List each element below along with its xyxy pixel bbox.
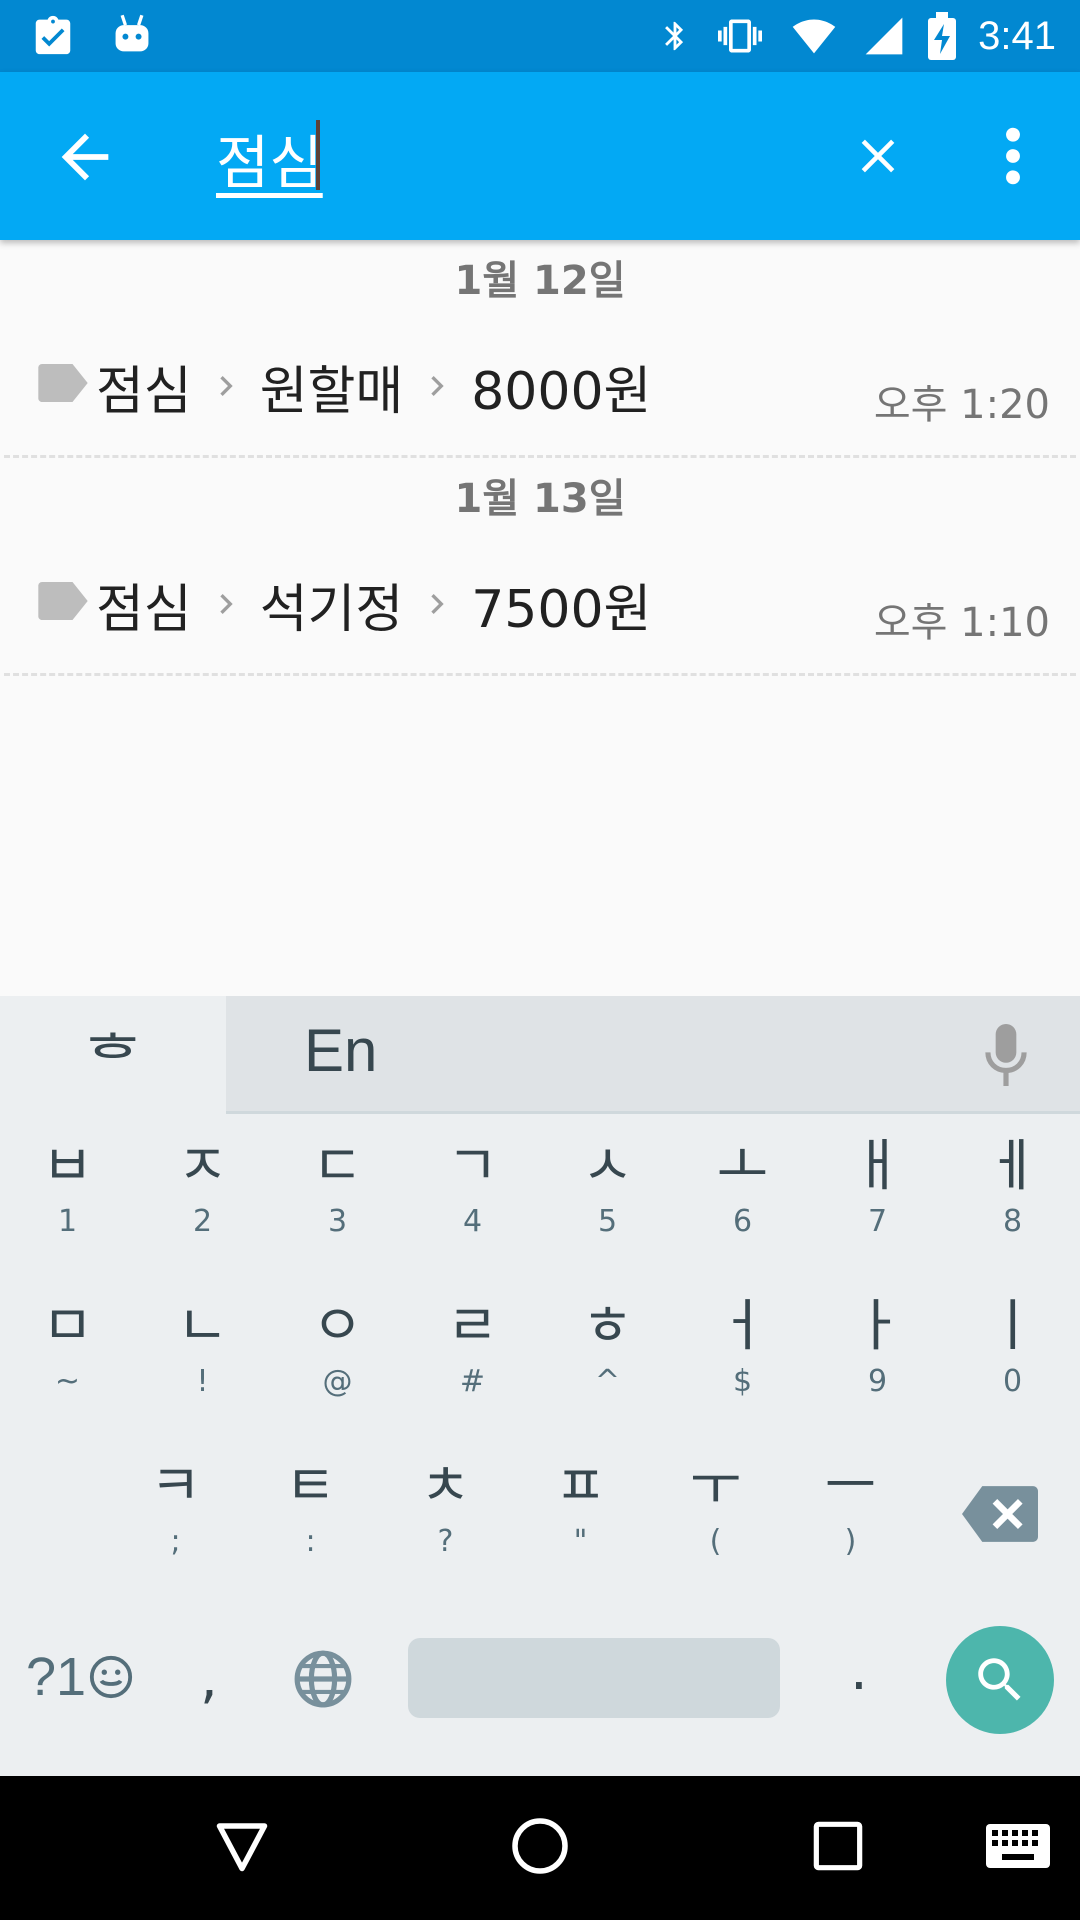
text-cursor (316, 120, 320, 190)
key[interactable]: ㅋ; (108, 1446, 243, 1596)
key[interactable]: ㅇ @ (270, 1286, 405, 1436)
language-english-key[interactable]: En (304, 1016, 377, 1085)
microphone-icon[interactable] (984, 1024, 1028, 1086)
period-key[interactable]: . (850, 1638, 868, 1703)
key[interactable]: ㅌ: (243, 1446, 378, 1596)
entry-time: 오후 1:10 (873, 600, 1050, 646)
key[interactable]: ㅎ ^ (540, 1286, 675, 1436)
search-app-bar: 점심 (0, 72, 1080, 240)
symbols-emoji-key[interactable]: ?1 (26, 1646, 134, 1708)
key[interactable]: ㅏ9 (810, 1286, 945, 1436)
space-key[interactable] (408, 1638, 780, 1718)
entry-path: 점심 원할매 8000원 (96, 350, 651, 422)
bluetooth-icon (665, 21, 684, 51)
chevron-right-icon (220, 594, 233, 614)
key[interactable]: ㅂ1 (0, 1126, 135, 1276)
search-key[interactable] (946, 1626, 1054, 1734)
keyboard-language-bar: ᄒ En (0, 996, 1080, 1114)
keyboard-switch-icon[interactable] (986, 1824, 1050, 1868)
emoji-icon (89, 1655, 133, 1699)
key[interactable]: ㄹ # (405, 1286, 540, 1436)
entry-category: 점심 (96, 361, 192, 422)
entry-path: 점심 석기정 7500원 (96, 568, 651, 640)
list-item[interactable]: 점심 원할매 8000원 오후 1:20 (4, 314, 1076, 458)
signal-icon (865, 17, 903, 55)
nav-home-icon[interactable] (510, 1816, 570, 1876)
label-icon (38, 364, 88, 402)
date-header: 1월 12일 (454, 258, 626, 304)
soft-keyboard: ᄒ En ㅂ1 ㅈ2 ㄷ3 ㄱ4 ㅅ5 ㅗ6 ㅐ7 ㅔ8 ㅁ ~ ㄴ! ㅇ @ ㄹ #… (0, 996, 1080, 1776)
list-item[interactable]: 점심 석기정 7500원 오후 1:10 (4, 532, 1076, 676)
key[interactable]: ㅓ $ (675, 1286, 810, 1436)
chevron-right-icon (220, 376, 233, 396)
wifi-icon (792, 19, 836, 54)
status-time: 3:41 (978, 13, 1056, 58)
battery-charging-icon (928, 12, 957, 60)
vibrate-icon (718, 19, 763, 53)
key[interactable]: ㅗ6 (675, 1126, 810, 1276)
android-icon (115, 14, 149, 52)
entry-place: 석기정 (259, 579, 404, 640)
key-row-2: ㅁ ~ ㄴ! ㅇ @ ㄹ # ㅎ ^ ㅓ $ ㅏ9 ㅣ0 (0, 1286, 1080, 1436)
nav-recent-apps-icon[interactable] (812, 1820, 864, 1872)
chevron-right-icon (431, 376, 444, 396)
chevron-right-icon (431, 594, 444, 614)
status-bar: 3:41 (0, 0, 1080, 72)
key[interactable]: ㅣ0 (945, 1286, 1080, 1436)
key[interactable]: ㄱ4 (405, 1126, 540, 1276)
key[interactable]: ㅊ? (378, 1446, 513, 1596)
key[interactable]: ㄷ3 (270, 1126, 405, 1276)
entry-place: 원할매 (259, 361, 404, 422)
key[interactable]: ㅍ " (513, 1446, 648, 1596)
key-row-bottom: ?1 , . (0, 1616, 1080, 1746)
search-icon (978, 1658, 1021, 1701)
symbols-label: ?1 (26, 1647, 87, 1707)
key[interactable]: ㅈ2 (135, 1126, 270, 1276)
date-header: 1월 13일 (454, 476, 626, 522)
label-icon (38, 582, 88, 620)
key-row-3: ㅋ; ㅌ: ㅊ? ㅍ " ㅜ( ㅡ) (0, 1446, 1080, 1596)
key[interactable]: ㅡ) (783, 1446, 918, 1596)
key[interactable]: ㅜ( (648, 1446, 783, 1596)
comma-key[interactable]: , (200, 1646, 218, 1711)
search-input[interactable]: 점심 (216, 116, 323, 200)
arrow-back-icon[interactable] (50, 122, 120, 192)
entry-amount: 8000원 (471, 361, 652, 422)
key[interactable]: ㅅ5 (540, 1126, 675, 1276)
key[interactable]: ㅐ7 (810, 1126, 945, 1276)
entry-time: 오후 1:20 (873, 382, 1050, 428)
key[interactable]: ㄴ! (135, 1286, 270, 1436)
nav-back-icon[interactable] (212, 1816, 272, 1876)
language-hangul-key[interactable]: ᄒ (0, 996, 226, 1114)
navigation-bar (0, 1776, 1080, 1920)
language-english-area[interactable]: En (226, 996, 1080, 1114)
key[interactable]: ㅔ8 (945, 1126, 1080, 1276)
backspace-icon[interactable] (962, 1486, 1038, 1542)
close-icon[interactable] (850, 128, 906, 184)
key-row-1: ㅂ1 ㅈ2 ㄷ3 ㄱ4 ㅅ5 ㅗ6 ㅐ7 ㅔ8 (0, 1126, 1080, 1276)
more-vert-icon[interactable] (990, 124, 1036, 188)
task-icon (35, 15, 71, 55)
search-results-list: 1월 12일 점심 원할매 8000원 오후 1:20 1월 13일 점심 석기… (0, 240, 1080, 676)
globe-icon[interactable] (292, 1648, 354, 1710)
key[interactable]: ㅁ ~ (0, 1286, 135, 1436)
entry-category: 점심 (96, 579, 192, 640)
entry-amount: 7500원 (471, 579, 652, 640)
